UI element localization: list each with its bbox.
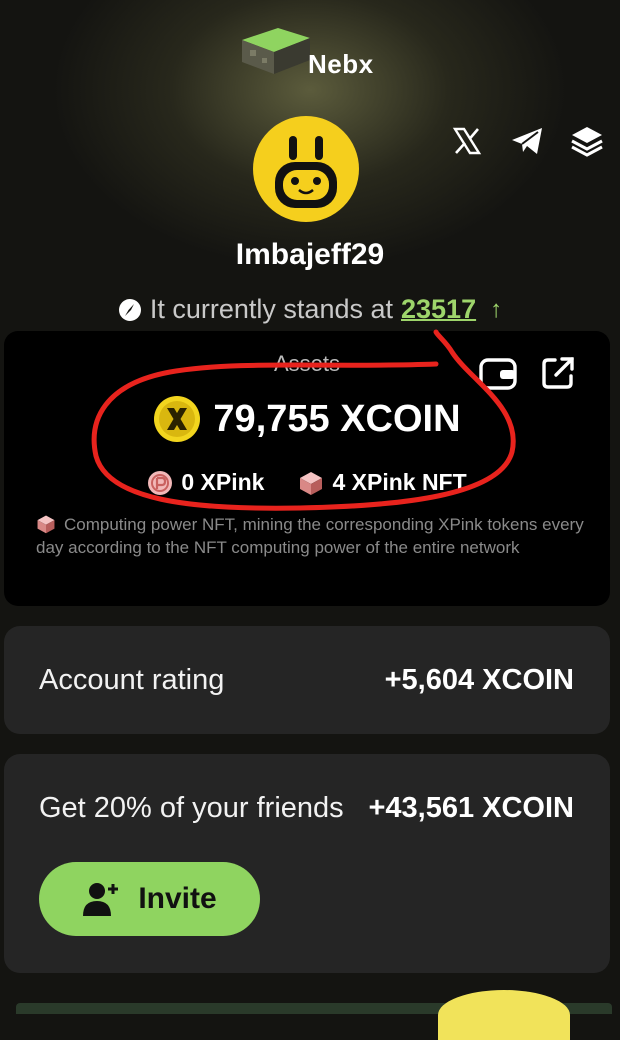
nft-cube-icon	[300, 471, 323, 495]
nft-cube-small-icon	[37, 515, 55, 534]
compass-icon	[118, 298, 141, 321]
ranking-value-link[interactable]: 23517	[401, 294, 476, 325]
xpink-amount: 0 XPink	[181, 469, 265, 495]
layers-icon	[571, 127, 603, 157]
wallet-button[interactable]	[478, 353, 518, 393]
referral-value: +43,561 XCOIN	[368, 792, 574, 824]
username: Imbajeff29	[235, 238, 385, 271]
xpink-nft-balance: 4 XPink NFT	[298, 469, 467, 496]
avatar[interactable]	[253, 116, 359, 222]
x-link[interactable]	[448, 122, 486, 160]
invite-button[interactable]: Invite	[39, 862, 260, 936]
assets-panel: Assets 79,755 XCOIN 0 XPink 4 XPink NFT …	[4, 331, 610, 606]
xpink-nft-amount: 4 XPink NFT	[332, 469, 467, 495]
xpink-balance: 0 XPink	[147, 469, 264, 496]
cube-logo-icon	[242, 28, 310, 74]
arrow-up-icon: ↑	[490, 295, 503, 323]
ranking-line: It currently stands at 23517 ↑	[0, 294, 620, 325]
nft-info-note: Computing power NFT, mining the correspo…	[36, 513, 592, 559]
xcoin-icon	[154, 396, 201, 442]
assets-actions	[478, 353, 578, 393]
xcoin-amount: 79,755 XCOIN	[213, 397, 461, 440]
brand-logo: Nebx	[240, 26, 374, 79]
avatar-character-icon	[253, 116, 359, 222]
referral-label: Get 20% of your friends	[39, 792, 344, 824]
social-links	[448, 122, 606, 160]
invite-label: Invite	[138, 882, 217, 915]
account-rating-card: Account rating +5,604 XCOIN	[4, 626, 610, 734]
telegram-icon	[512, 128, 542, 154]
add-user-icon	[83, 883, 119, 916]
referral-card: Get 20% of your friends +43,561 XCOIN In…	[4, 754, 610, 973]
xpink-balances: 0 XPink 4 XPink NFT	[4, 469, 610, 496]
x-icon	[452, 127, 482, 155]
account-rating-label: Account rating	[39, 664, 225, 696]
brand-name: Nebx	[308, 49, 374, 79]
telegram-link[interactable]	[508, 122, 546, 160]
wallet-icon	[479, 358, 517, 390]
docs-link[interactable]	[568, 122, 606, 160]
external-link-icon	[542, 357, 574, 389]
ranking-text: It currently stands at	[149, 294, 393, 324]
account-rating-value: +5,604 XCOIN	[384, 664, 574, 696]
open-external-button[interactable]	[538, 353, 578, 393]
nft-info-text: Computing power NFT, mining the correspo…	[36, 515, 584, 557]
bottom-coin-graphic	[438, 990, 570, 1040]
xcoin-balance: 79,755 XCOIN	[4, 395, 610, 443]
xpink-token-icon	[148, 470, 173, 495]
